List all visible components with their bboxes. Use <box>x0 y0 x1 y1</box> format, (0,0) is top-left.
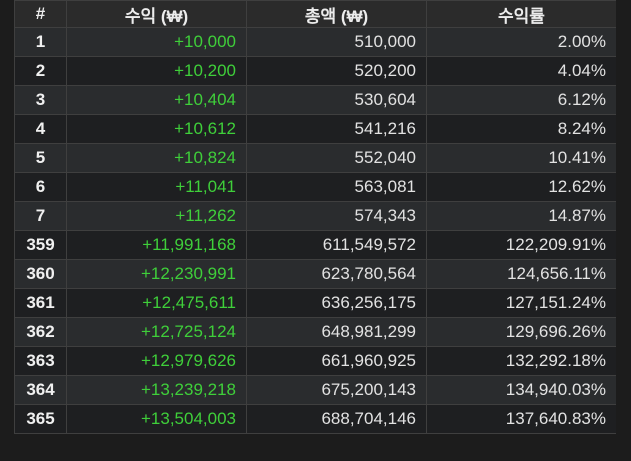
row-profit-cell: +10,404 <box>66 85 247 115</box>
row-profit-cell: +10,200 <box>66 56 247 86</box>
row-profit-cell: +10,612 <box>66 114 247 144</box>
row-rate-cell: 12.62% <box>426 172 616 202</box>
row-total-cell: 648,981,299 <box>246 317 427 347</box>
table-row: 1 +10,000 510,000 2.00% <box>14 27 616 57</box>
table-row: 364 +13,239,218 675,200,143 134,940.03% <box>14 375 616 405</box>
header-row: # 수익 (₩) 총액 (₩) 수익률 <box>14 0 616 28</box>
row-profit-cell: +12,979,626 <box>66 346 247 376</box>
table-row: 6 +11,041 563,081 12.62% <box>14 172 616 202</box>
row-rate-cell: 134,940.03% <box>426 375 616 405</box>
row-index-cell: 360 <box>14 259 67 289</box>
row-index-cell: 4 <box>14 114 67 144</box>
row-index-cell: 359 <box>14 230 67 260</box>
row-rate-cell: 137,640.83% <box>426 404 616 434</box>
row-index-cell: 6 <box>14 172 67 202</box>
table-row: 365 +13,504,003 688,704,146 137,640.83% <box>14 404 616 434</box>
header-rate: 수익률 <box>426 0 616 28</box>
table-row: 5 +10,824 552,040 10.41% <box>14 143 616 173</box>
table-row: 361 +12,475,611 636,256,175 127,151.24% <box>14 288 616 318</box>
row-profit-cell: +11,991,168 <box>66 230 247 260</box>
row-rate-cell: 129,696.26% <box>426 317 616 347</box>
row-total-cell: 661,960,925 <box>246 346 427 376</box>
row-rate-cell: 2.00% <box>426 27 616 57</box>
row-index-cell: 365 <box>14 404 67 434</box>
row-profit-cell: +13,239,218 <box>66 375 247 405</box>
row-total-cell: 611,549,572 <box>246 230 427 260</box>
row-rate-cell: 122,209.91% <box>426 230 616 260</box>
row-index-cell: 7 <box>14 201 67 231</box>
row-index-cell: 2 <box>14 56 67 86</box>
row-index-cell: 364 <box>14 375 67 405</box>
row-rate-cell: 8.24% <box>426 114 616 144</box>
row-total-cell: 623,780,564 <box>246 259 427 289</box>
row-profit-cell: +13,504,003 <box>66 404 247 434</box>
row-rate-cell: 124,656.11% <box>426 259 616 289</box>
row-profit-cell: +10,824 <box>66 143 247 173</box>
results-table: # 수익 (₩) 총액 (₩) 수익률 1 +10,000 510,000 2.00%… <box>14 0 616 434</box>
row-total-cell: 510,000 <box>246 27 427 57</box>
row-index-cell: 5 <box>14 143 67 173</box>
table-header: # 수익 (₩) 총액 (₩) 수익률 <box>14 0 616 28</box>
row-profit-cell: +11,262 <box>66 201 247 231</box>
row-total-cell: 574,343 <box>246 201 427 231</box>
row-total-cell: 563,081 <box>246 172 427 202</box>
row-profit-cell: +12,475,611 <box>66 288 247 318</box>
table-row: 359 +11,991,168 611,549,572 122,209.91% <box>14 230 616 260</box>
table-row: 360 +12,230,991 623,780,564 124,656.11% <box>14 259 616 289</box>
table-row: 3 +10,404 530,604 6.12% <box>14 85 616 115</box>
row-index-cell: 362 <box>14 317 67 347</box>
row-index-cell: 363 <box>14 346 67 376</box>
row-index-cell: 361 <box>14 288 67 318</box>
row-total-cell: 688,704,146 <box>246 404 427 434</box>
row-rate-cell: 4.04% <box>426 56 616 86</box>
row-rate-cell: 10.41% <box>426 143 616 173</box>
row-profit-cell: +11,041 <box>66 172 247 202</box>
row-total-cell: 530,604 <box>246 85 427 115</box>
row-total-cell: 541,216 <box>246 114 427 144</box>
table-row: 7 +11,262 574,343 14.87% <box>14 201 616 231</box>
row-profit-cell: +10,000 <box>66 27 247 57</box>
table-row: 2 +10,200 520,200 4.04% <box>14 56 616 86</box>
table-body: 1 +10,000 510,000 2.00% 2 +10,200 520,200 4.04%… <box>14 27 616 434</box>
row-index-cell: 1 <box>14 27 67 57</box>
results-table-container: # 수익 (₩) 총액 (₩) 수익률 1 +10,000 510,000 2.00%… <box>14 0 616 461</box>
header-total: 총액 (₩) <box>246 0 427 28</box>
row-profit-cell: +12,230,991 <box>66 259 247 289</box>
row-total-cell: 675,200,143 <box>246 375 427 405</box>
row-total-cell: 636,256,175 <box>246 288 427 318</box>
table-row: 362 +12,725,124 648,981,299 129,696.26% <box>14 317 616 347</box>
row-total-cell: 520,200 <box>246 56 427 86</box>
header-index: # <box>14 0 67 28</box>
row-rate-cell: 14.87% <box>426 201 616 231</box>
row-rate-cell: 132,292.18% <box>426 346 616 376</box>
row-total-cell: 552,040 <box>246 143 427 173</box>
table-row: 363 +12,979,626 661,960,925 132,292.18% <box>14 346 616 376</box>
header-profit: 수익 (₩) <box>66 0 247 28</box>
row-rate-cell: 6.12% <box>426 85 616 115</box>
row-profit-cell: +12,725,124 <box>66 317 247 347</box>
row-index-cell: 3 <box>14 85 67 115</box>
table-row: 4 +10,612 541,216 8.24% <box>14 114 616 144</box>
row-rate-cell: 127,151.24% <box>426 288 616 318</box>
